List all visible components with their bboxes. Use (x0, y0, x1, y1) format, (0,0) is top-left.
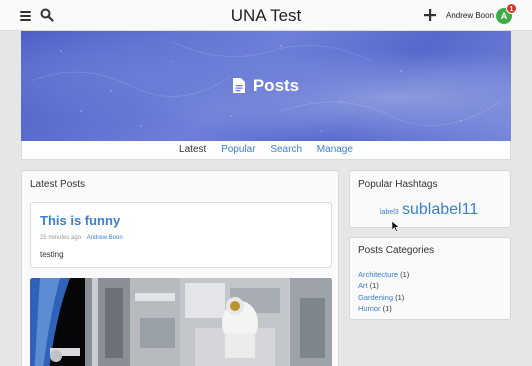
astronaut-image (30, 278, 332, 366)
posts-categories-panel: Posts Categories Architecture (1) Art (1… (349, 237, 511, 320)
post-card: This is funny 25 minutes ago Andrew Boon… (30, 202, 332, 268)
popular-hashtags-panel: Popular Hashtags label3 sublabel11 (349, 170, 511, 228)
post-text: testing (40, 250, 64, 259)
top-bar: UNA Test Andrew Boon A 1 (0, 0, 532, 31)
document-icon (232, 78, 245, 93)
tab-search[interactable]: Search (270, 144, 302, 155)
hero-banner: Posts (21, 31, 511, 141)
category-count: (1) (395, 292, 405, 302)
category-architecture[interactable]: Architecture (358, 270, 398, 279)
tab-latest[interactable]: Latest (179, 144, 206, 155)
sub-navigation: Latest Popular Search Manage (21, 141, 511, 160)
panel-title: Posts Categories (358, 245, 435, 256)
plus-icon[interactable] (424, 9, 436, 21)
category-count: (1) (400, 270, 410, 279)
category-count: (1) (382, 303, 392, 313)
notification-badge[interactable]: 1 (506, 3, 517, 14)
category-item: Architecture (1) (358, 269, 409, 280)
post-title[interactable]: This is funny (40, 213, 120, 228)
category-item: Gardening (1) (358, 292, 409, 303)
hashtag-sublabel11[interactable]: sublabel11 (402, 201, 478, 219)
panel-title: Latest Posts (30, 179, 86, 190)
mouse-cursor-icon (392, 221, 400, 232)
category-item: Humor (1) (358, 303, 409, 314)
category-count: (1) (369, 281, 379, 291)
user-name[interactable]: Andrew Boon (446, 11, 494, 20)
category-gardening[interactable]: Gardening (358, 293, 393, 302)
category-list: Architecture (1) Art (1) Gardening (1) H… (358, 269, 409, 314)
tab-manage[interactable]: Manage (317, 144, 353, 155)
panel-title: Popular Hashtags (358, 179, 438, 190)
post-time: 25 minutes ago (40, 235, 82, 241)
hero-title-text: Posts (252, 76, 300, 95)
latest-posts-panel: Latest Posts This is funny 25 minutes ag… (21, 170, 339, 366)
post-meta: 25 minutes ago Andrew Boon (40, 235, 123, 241)
category-item: Art (1) (358, 280, 409, 291)
post-author[interactable]: Andrew Boon (87, 235, 123, 241)
tab-popular[interactable]: Popular (221, 144, 255, 155)
hashtag-label3[interactable]: label3 (380, 209, 399, 216)
page-title: Posts (21, 76, 511, 96)
post-image[interactable] (30, 278, 332, 366)
category-humor[interactable]: Humor (358, 304, 381, 313)
category-art[interactable]: Art (358, 281, 368, 290)
